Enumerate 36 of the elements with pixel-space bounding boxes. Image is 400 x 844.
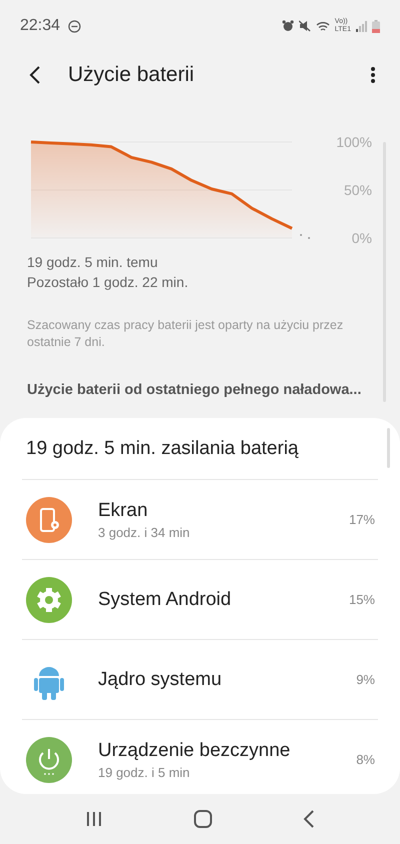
app-usage-item[interactable]: System Android 15% (22, 560, 378, 640)
mute-icon (298, 20, 311, 32)
usage-percent: 9% (356, 672, 375, 687)
chart-caption: Pozostało 1 godz. 22 min. (27, 274, 190, 290)
usage-percent: 8% (356, 752, 375, 767)
usage-time: 19 godz. i 5 min (98, 764, 191, 780)
app-usage-item[interactable]: Jądro systemu 9% (22, 640, 378, 720)
signal-icon (356, 20, 367, 32)
section-title: Użycie baterii od ostatniego pełnego naładowa... (27, 382, 362, 398)
app-name: Urządzenie bezczynne (98, 740, 292, 762)
card-title: 19 godz. 5 min. zasilania baterią (22, 418, 378, 480)
home-icon (193, 809, 213, 829)
app-name: System Android (98, 588, 232, 610)
app-name: Ekran (98, 500, 149, 522)
wifi-icon (316, 20, 330, 32)
app-usage-item[interactable]: Ekran 3 godz. i 34 min 17% (22, 480, 378, 560)
scrollbar (387, 428, 390, 468)
clock: 22:34 (20, 17, 60, 35)
usage-percent: 17% (348, 512, 375, 527)
battery-icon (372, 20, 380, 32)
app-usage-item[interactable]: Urządzenie bezczynne 19 godz. i 5 min 8% (22, 720, 378, 799)
y-axis-label: 50% (344, 182, 372, 198)
more-options-icon (370, 66, 376, 84)
chart-caption: 19 godz. 5 min. temu (27, 254, 159, 270)
y-axis-label: 100% (336, 134, 372, 150)
app-name: Jądro systemu (98, 668, 223, 690)
recent-apps-icon (85, 811, 103, 827)
do-not-disturb-icon (68, 20, 82, 32)
estimate-note: Szacowany czas pracy baterii jest oparty na użyciu przez ostatnie 7 dni. (27, 317, 344, 351)
usage-percent: 15% (348, 592, 375, 607)
back-icon (28, 66, 42, 84)
back-icon (303, 810, 315, 828)
projection-dots (300, 234, 310, 239)
y-axis-label: 0% (352, 230, 372, 246)
usage-time: 3 godz. i 34 min (98, 524, 191, 540)
screen-title: Użycie baterii (68, 63, 194, 87)
